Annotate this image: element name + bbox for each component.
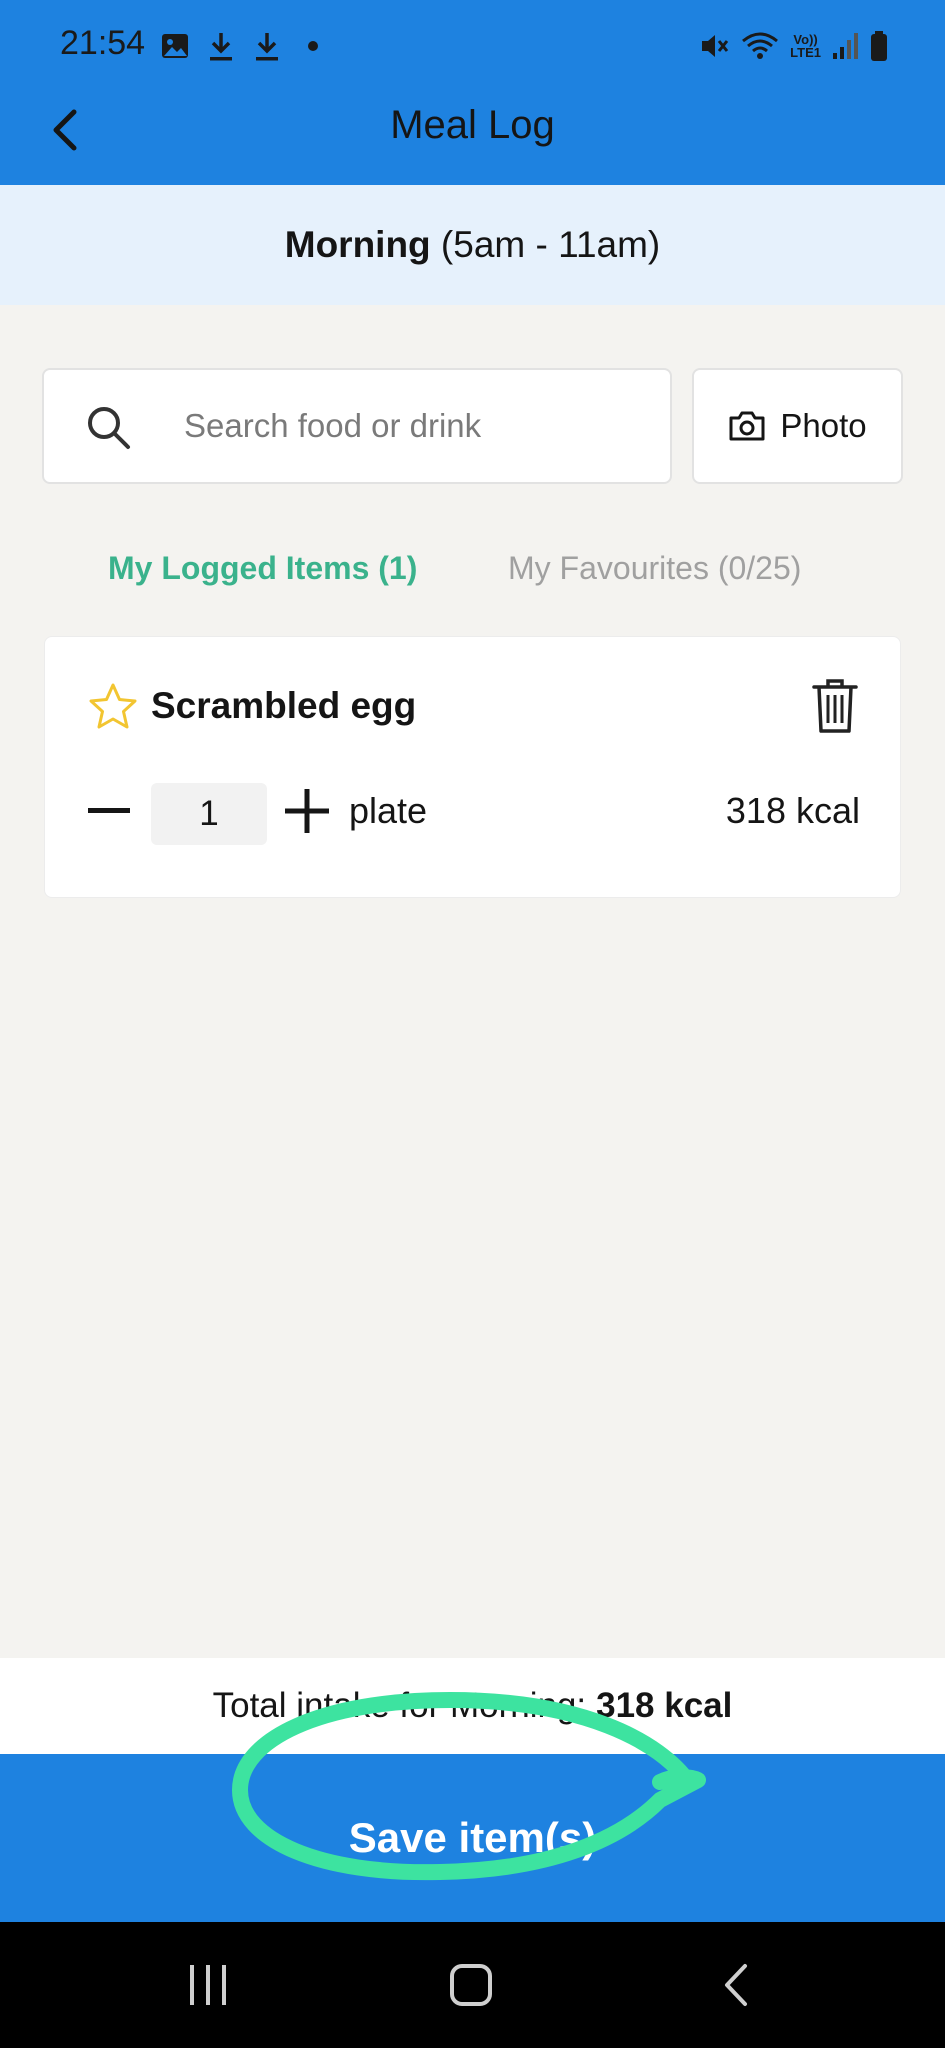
tab-logged-items[interactable]: My Logged Items (1) bbox=[108, 550, 417, 587]
item-name: Scrambled egg bbox=[151, 685, 417, 726]
recent-apps-button[interactable] bbox=[178, 1960, 238, 2010]
wifi-icon bbox=[740, 28, 780, 64]
status-right-icons: Vo)) LTE1 bbox=[698, 26, 889, 66]
logged-item-card: Scrambled egg plate 318 kcal bbox=[44, 636, 901, 898]
photo-button-label: Photo bbox=[780, 407, 867, 444]
save-items-label: Save item(s) bbox=[348, 1814, 597, 1861]
page-title: Meal Log bbox=[390, 103, 555, 147]
meal-log-screen: 21:54 Vo)) LTE1 Meal Log Morning (5am - … bbox=[0, 0, 945, 2048]
total-intake-label: Total intake for Morning: bbox=[212, 1686, 587, 1725]
lte-label-bottom: LTE1 bbox=[790, 45, 821, 60]
meal-period-name: Morning bbox=[284, 224, 431, 265]
home-icon bbox=[450, 1964, 492, 2006]
total-intake-bar: Total intake for Morning: 318 kcal bbox=[0, 1658, 945, 1754]
download-icon bbox=[204, 29, 238, 63]
plus-icon bbox=[285, 789, 329, 833]
item-kcal: 318 kcal bbox=[725, 790, 860, 831]
search-input[interactable] bbox=[184, 400, 644, 452]
save-items-button[interactable]: Save item(s) bbox=[0, 1754, 945, 1922]
photo-button[interactable]: Photo bbox=[692, 368, 903, 484]
battery-icon bbox=[869, 28, 889, 64]
dot-icon bbox=[296, 29, 330, 63]
signal-icon bbox=[831, 28, 859, 64]
trash-icon[interactable] bbox=[810, 677, 860, 735]
status-bar: 21:54 Vo)) LTE1 bbox=[0, 0, 945, 90]
recent-apps-icon bbox=[190, 1965, 226, 2005]
image-icon bbox=[158, 29, 192, 63]
camera-icon bbox=[729, 411, 765, 441]
total-intake-value: 318 kcal bbox=[596, 1686, 733, 1725]
status-left-icons bbox=[158, 28, 330, 64]
minus-icon bbox=[88, 808, 130, 813]
tab-favourites[interactable]: My Favourites (0/25) bbox=[508, 550, 801, 587]
back-icon bbox=[725, 1964, 747, 2006]
system-back-button[interactable] bbox=[706, 1960, 766, 2010]
system-nav-bar bbox=[0, 1922, 945, 2048]
increase-quantity-button[interactable] bbox=[283, 787, 331, 835]
mute-icon bbox=[698, 28, 730, 64]
decrease-quantity-button[interactable] bbox=[85, 787, 133, 835]
star-icon[interactable] bbox=[87, 681, 139, 733]
status-time: 21:54 bbox=[60, 24, 146, 62]
search-box[interactable] bbox=[42, 368, 672, 484]
download-icon bbox=[250, 29, 284, 63]
meal-period-banner: Morning (5am - 11am) bbox=[0, 185, 945, 305]
quantity-input[interactable] bbox=[151, 783, 267, 845]
search-icon bbox=[88, 407, 130, 449]
lte-icon: Vo)) LTE1 bbox=[790, 28, 821, 64]
app-header: 21:54 Vo)) LTE1 Meal Log bbox=[0, 0, 945, 185]
home-button[interactable] bbox=[441, 1960, 501, 2010]
meal-period-range: (5am - 11am) bbox=[430, 224, 661, 265]
unit-label: plate bbox=[349, 790, 428, 831]
